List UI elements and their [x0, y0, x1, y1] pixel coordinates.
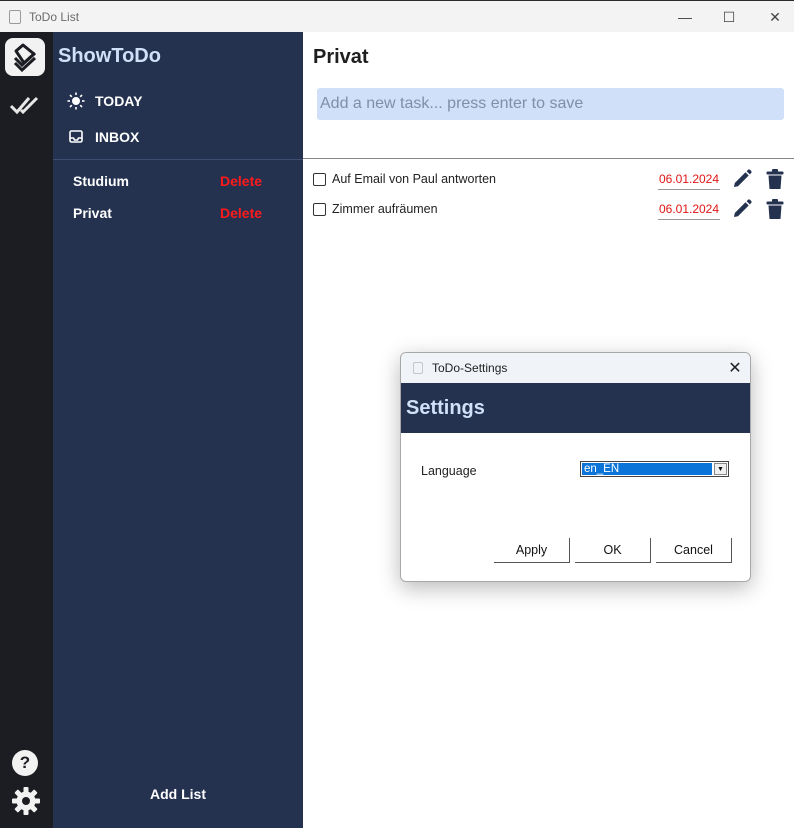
double-check-icon[interactable]	[9, 92, 43, 118]
task-date-field[interactable]: 06.01.2024	[658, 200, 720, 220]
maximize-button[interactable]: ☐	[706, 1, 752, 33]
dialog-heading: Settings	[406, 397, 485, 419]
sidebar-divider	[53, 159, 303, 160]
sidebar: ShowToDo TODAY INBOX Studium Delete Priv…	[53, 32, 303, 828]
add-list-button[interactable]: Add List	[53, 786, 303, 802]
edit-pencil-icon[interactable]	[731, 168, 753, 190]
delete-list-button[interactable]: Delete	[220, 173, 262, 189]
new-task-input[interactable]	[317, 88, 784, 120]
window-titlebar: ToDo List — ☐ ✕	[0, 0, 794, 32]
task-text: Zimmer aufräumen	[332, 202, 438, 216]
brand-title: ShowToDo	[58, 45, 161, 67]
page-title: Privat	[313, 46, 369, 68]
left-rail: ?	[0, 32, 53, 828]
dialog-close-button[interactable]: ✕	[723, 357, 747, 379]
language-select[interactable]: en_EN ▼	[580, 461, 729, 477]
nav-item-today[interactable]: TODAY	[67, 92, 142, 110]
minimize-button[interactable]: —	[662, 1, 708, 33]
nav-label-inbox: INBOX	[95, 129, 140, 145]
task-row: Auf Email von Paul antworten 06.01.2024	[313, 169, 788, 191]
content-divider	[303, 158, 794, 159]
dialog-titlebar: ToDo-Settings ✕	[401, 353, 750, 383]
dialog-title: ToDo-Settings	[432, 361, 508, 375]
dialog-header: Settings	[401, 383, 750, 433]
window-title: ToDo List	[29, 9, 80, 24]
cancel-button[interactable]: Cancel	[656, 538, 732, 563]
task-checkbox[interactable]	[313, 203, 326, 216]
trash-icon[interactable]	[765, 168, 785, 190]
help-icon[interactable]: ?	[12, 750, 38, 776]
task-checkbox[interactable]	[313, 173, 326, 186]
settings-dialog: ToDo-Settings ✕ Settings Language en_EN …	[400, 352, 751, 582]
nav-item-inbox[interactable]: INBOX	[67, 128, 139, 146]
list-name[interactable]: Studium	[73, 173, 129, 189]
apply-button[interactable]: Apply	[494, 538, 570, 563]
app-logo-icon[interactable]	[5, 38, 45, 76]
language-label: Language	[421, 464, 477, 478]
chevron-down-icon[interactable]: ▼	[714, 463, 727, 475]
dialog-app-icon	[413, 362, 423, 374]
list-name[interactable]: Privat	[73, 205, 112, 221]
gear-icon[interactable]	[11, 786, 41, 816]
task-text: Auf Email von Paul antworten	[332, 172, 496, 186]
close-window-button[interactable]: ✕	[752, 1, 794, 33]
trash-icon[interactable]	[765, 198, 785, 220]
task-date-field[interactable]: 06.01.2024	[658, 170, 720, 190]
nav-label-today: TODAY	[95, 93, 143, 109]
ok-button[interactable]: OK	[575, 538, 651, 563]
language-selected-value: en_EN	[582, 463, 712, 475]
delete-list-button[interactable]: Delete	[220, 205, 262, 221]
inbox-icon	[67, 128, 85, 146]
task-row: Zimmer aufräumen 06.01.2024	[313, 199, 788, 221]
app-icon	[9, 9, 21, 24]
edit-pencil-icon[interactable]	[731, 198, 753, 220]
sun-icon	[67, 92, 85, 110]
